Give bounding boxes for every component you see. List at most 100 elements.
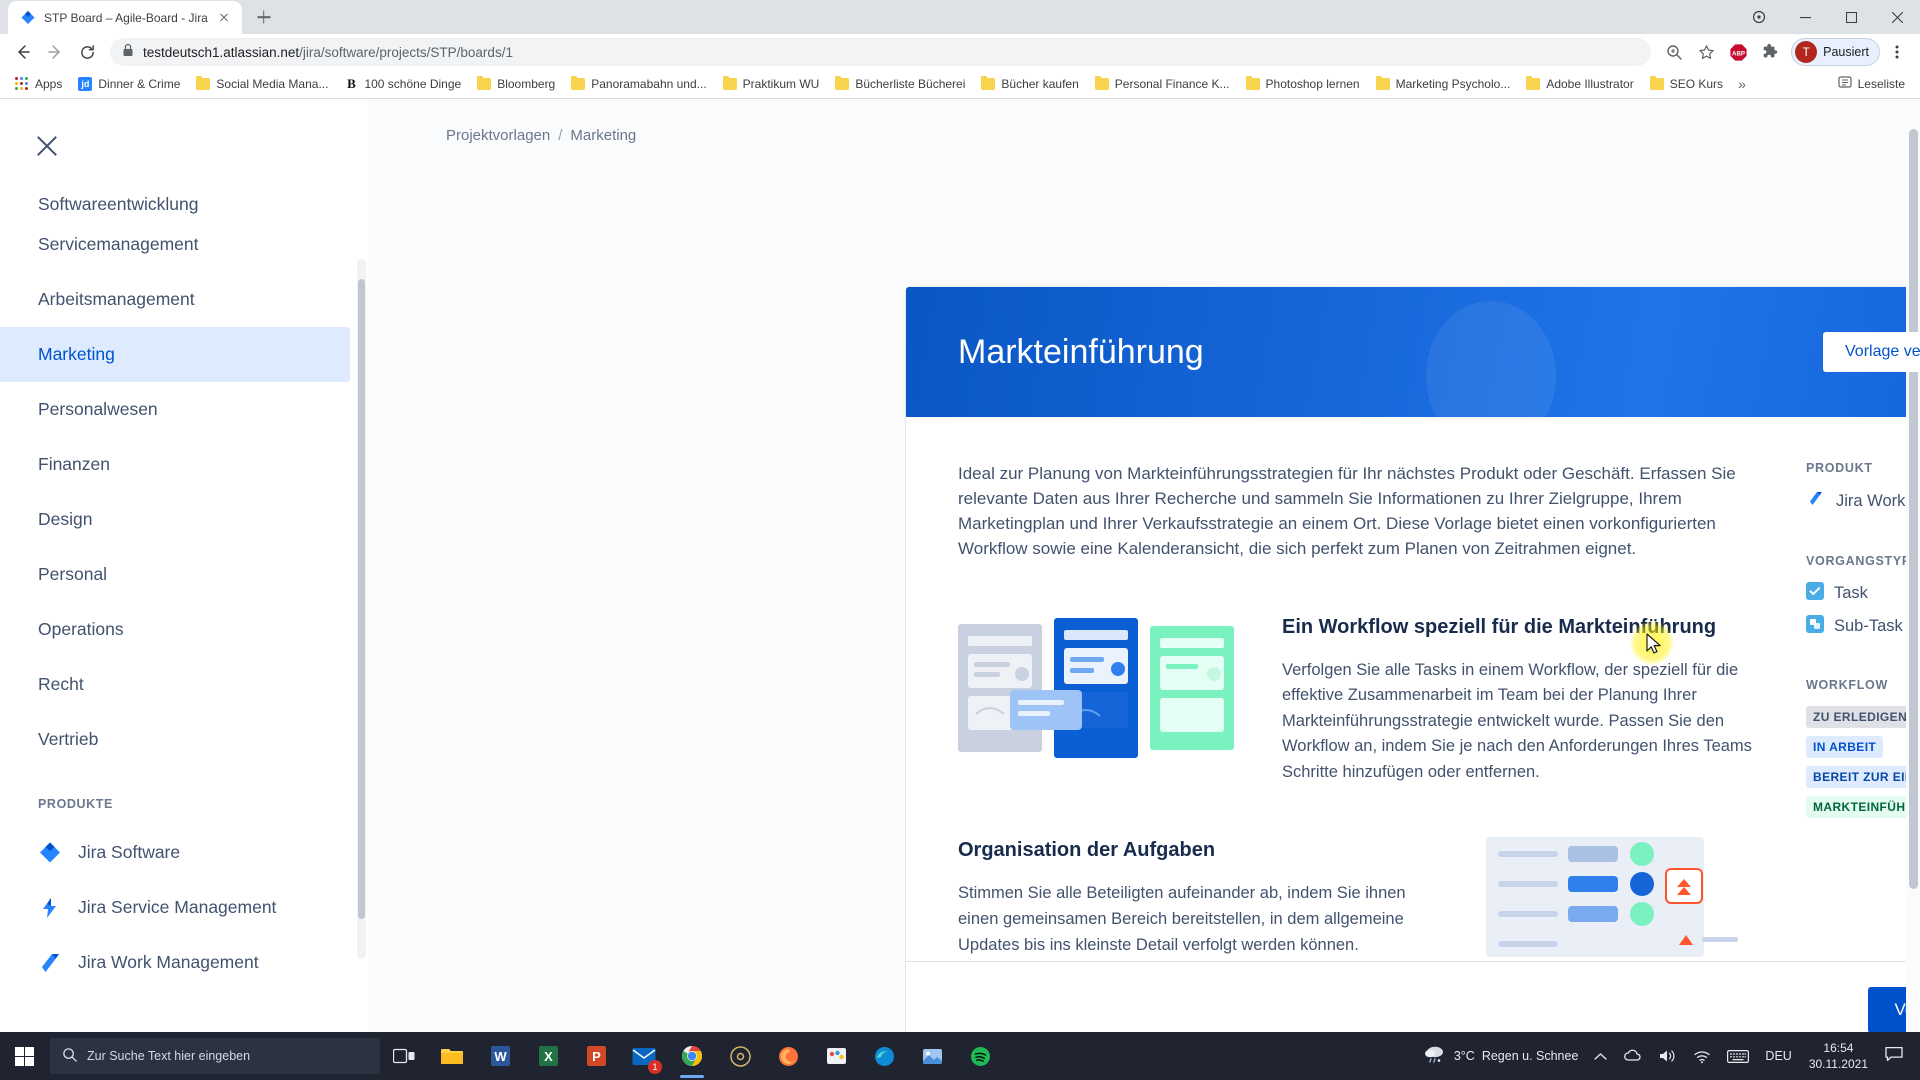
start-button[interactable] — [0, 1032, 48, 1080]
search-icon — [62, 1047, 77, 1065]
folder-icon — [722, 76, 737, 90]
bookmark-label: Praktikum WU — [742, 77, 820, 91]
address-bar[interactable]: testdeutsch1.atlassian.net/jira/software… — [110, 38, 1652, 66]
forward-button[interactable] — [40, 37, 70, 67]
sidebar-item-arbeitsmanagement[interactable]: Arbeitsmanagement — [0, 272, 350, 327]
bookmark-label: 100 schöne Dinge — [364, 77, 462, 91]
onedrive-icon[interactable] — [1616, 1032, 1649, 1080]
breadcrumb-root[interactable]: Projektvorlagen — [446, 127, 550, 144]
task-icon — [1806, 582, 1824, 605]
drawer-scrollbar[interactable] — [357, 259, 366, 959]
drawer-close-icon[interactable] — [30, 129, 64, 163]
task-view-icon[interactable] — [380, 1032, 428, 1080]
breadcrumb-current[interactable]: Marketing — [570, 127, 636, 144]
folder-icon — [1094, 76, 1109, 90]
bookmark-item[interactable]: jd Dinner & Crime — [71, 74, 187, 94]
close-button[interactable] — [1874, 0, 1920, 34]
notification-center-button[interactable] — [1878, 1032, 1910, 1080]
volume-icon[interactable] — [1651, 1032, 1684, 1080]
firefox-icon[interactable] — [764, 1032, 812, 1080]
edge-icon[interactable] — [860, 1032, 908, 1080]
bookmark-item[interactable]: Adobe Illustrator — [1519, 74, 1640, 94]
issue-type-task-label: Task — [1834, 584, 1868, 602]
apps-grid-icon — [15, 77, 29, 91]
modal-hero: Markteinführung Vorlage verwenden — [906, 287, 1920, 451]
new-tab-button[interactable] — [250, 3, 278, 31]
sidebar-item-softwareentwicklung[interactable]: Softwareentwicklung — [0, 177, 350, 217]
back-button[interactable] — [8, 37, 38, 67]
product-item-jira-work-management[interactable]: Jira Work Management — [0, 935, 368, 990]
avatar: T — [1795, 41, 1818, 63]
workflow-step-tag: MARKTEINFÜHRUNG — [1806, 796, 1920, 818]
weather-widget[interactable]: 3°C Regen u. Schnee — [1416, 1032, 1586, 1080]
bookmark-item[interactable]: Social Media Mana... — [189, 74, 335, 94]
browser-tab[interactable]: STP Board – Agile-Board - Jira — [8, 1, 242, 34]
page-scroll-thumb[interactable] — [1909, 129, 1918, 889]
excel-icon[interactable]: X — [524, 1032, 572, 1080]
bookmark-item[interactable]: B 100 schöne Dinge — [337, 74, 468, 94]
taskbar-search-placeholder: Zur Suche Text hier eingeben — [87, 1049, 251, 1063]
reload-button[interactable] — [72, 37, 102, 67]
window-more-icon[interactable] — [1736, 0, 1782, 34]
bookmarks-overflow-button[interactable]: » — [1732, 76, 1752, 92]
notification-icon — [1885, 1046, 1903, 1067]
url-path: /jira/software/projects/STP/boards/1 — [299, 44, 513, 60]
disc-icon[interactable] — [716, 1032, 764, 1080]
sidebar-item-recht[interactable]: Recht — [0, 657, 350, 712]
chrome-menu-icon[interactable] — [1882, 37, 1912, 67]
sidebar-item-finanzen[interactable]: Finanzen — [0, 437, 350, 492]
wifi-icon[interactable] — [1686, 1032, 1718, 1080]
chrome-icon[interactable] — [668, 1032, 716, 1080]
show-hidden-icons-button[interactable] — [1587, 1032, 1614, 1080]
use-template-button-top[interactable]: Vorlage verwenden — [1823, 332, 1920, 372]
product-list: Jira Software Jira Service Management Jira… — [0, 825, 368, 990]
extensions-icon[interactable] — [1755, 37, 1785, 67]
sidebar-item-servicemanagement[interactable]: Servicemanagement — [0, 217, 350, 272]
adblock-extension-icon[interactable]: ABP — [1723, 37, 1753, 67]
svg-text:W: W — [494, 1049, 507, 1064]
page-scrollbar[interactable] — [1906, 99, 1920, 1032]
sidebar-item-personal[interactable]: Personal — [0, 547, 350, 602]
spotify-icon[interactable] — [956, 1032, 1004, 1080]
bookmark-star-icon[interactable] — [1691, 37, 1721, 67]
folder-icon — [1649, 76, 1664, 90]
photos-icon[interactable] — [908, 1032, 956, 1080]
bookmark-item[interactable]: Apps — [8, 74, 69, 94]
bookmark-item[interactable]: Praktikum WU — [716, 74, 827, 94]
profile-button[interactable]: T Pausiert — [1791, 38, 1880, 66]
sidebar-item-vertrieb[interactable]: Vertrieb — [0, 712, 350, 767]
bookmark-item[interactable]: Personal Finance K... — [1088, 74, 1237, 94]
paint-icon[interactable] — [812, 1032, 860, 1080]
zoom-icon[interactable] — [1659, 37, 1689, 67]
bookmark-item[interactable]: Bücher kaufen — [974, 74, 1085, 94]
taskbar-clock[interactable]: 16:54 30.11.2021 — [1801, 1040, 1876, 1072]
product-item-jira-software[interactable]: Jira Software — [0, 825, 368, 880]
powerpoint-icon[interactable]: P — [572, 1032, 620, 1080]
bookmark-item[interactable]: Panoramabahn und... — [564, 74, 713, 94]
sidebar-item-design[interactable]: Design — [0, 492, 350, 547]
product-item-jira-service-management[interactable]: Jira Service Management — [0, 880, 368, 935]
bookmark-item[interactable]: Bloomberg — [470, 74, 562, 94]
bookmark-item[interactable]: SEO Kurs — [1643, 74, 1730, 94]
bookmark-item[interactable]: Marketing Psycholo... — [1369, 74, 1518, 94]
taskbar-search-input[interactable]: Zur Suche Text hier eingeben — [50, 1038, 380, 1074]
sidebar-item-label: Personalwesen — [38, 399, 158, 419]
bookmark-item[interactable]: Bücherliste Bücherei — [828, 74, 972, 94]
mail-icon[interactable]: 1 — [620, 1032, 668, 1080]
file-explorer-icon[interactable] — [428, 1032, 476, 1080]
minimize-button[interactable] — [1782, 0, 1828, 34]
modal-footer: Vorlage verwenden — [906, 961, 1920, 1032]
drawer-scroll-thumb[interactable] — [358, 279, 365, 919]
sidebar-item-marketing[interactable]: Marketing — [0, 327, 350, 382]
word-icon[interactable]: W — [476, 1032, 524, 1080]
keyboard-icon[interactable] — [1720, 1032, 1756, 1080]
sidebar-item-operations[interactable]: Operations — [0, 602, 350, 657]
modal-body-right: PRODUKT Jira Work Management VORGANGSTYP… — [1806, 461, 1920, 1032]
bookmark-item[interactable]: Photoshop lernen — [1239, 74, 1367, 94]
maximize-button[interactable] — [1828, 0, 1874, 34]
sidebar-item-personalwesen[interactable]: Personalwesen — [0, 382, 350, 437]
sidebar-item-label: Servicemanagement — [38, 234, 199, 254]
reading-list-button[interactable]: Leseliste — [1831, 72, 1912, 97]
tab-close-icon[interactable] — [216, 10, 232, 26]
language-indicator[interactable]: DEU — [1758, 1032, 1798, 1080]
